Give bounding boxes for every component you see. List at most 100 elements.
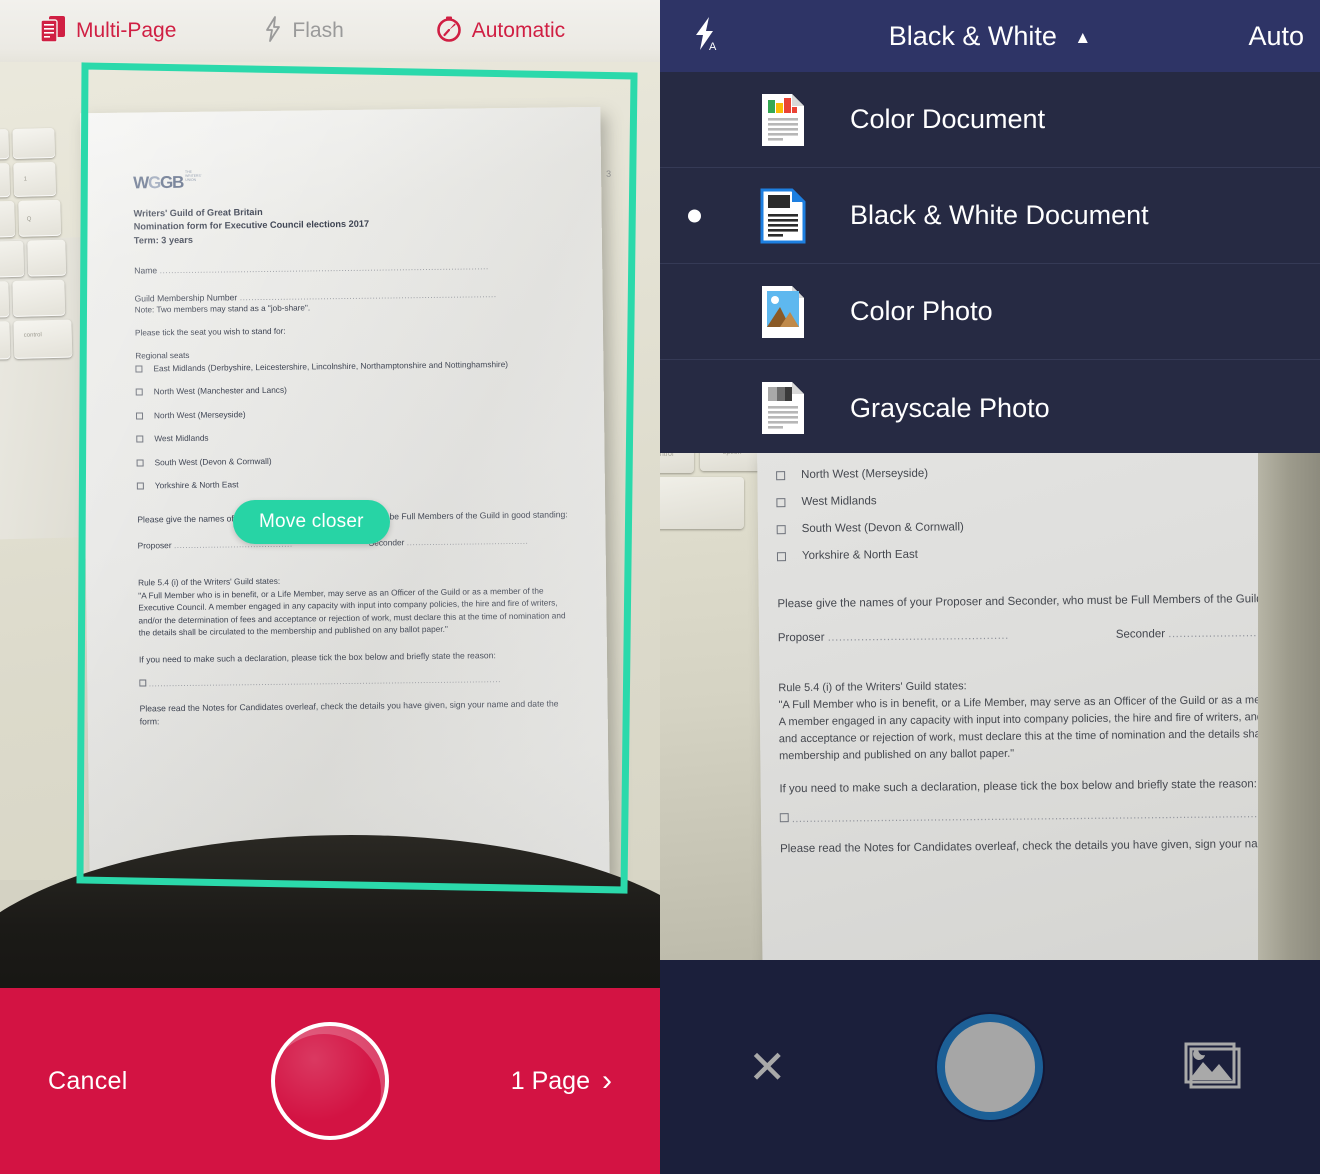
checkbox-icon xyxy=(776,471,786,481)
page-count-button[interactable]: 1 Page › xyxy=(511,1066,612,1096)
checkbox-icon xyxy=(136,459,144,467)
checkbox-icon xyxy=(135,365,143,373)
preview-rule-block: Rule 5.4 (i) of the Writers' Guild state… xyxy=(778,673,1320,765)
preview-seat-option: Yorkshire & North East xyxy=(776,540,1320,562)
closing-paragraph: Please read the Notes for Candidates ove… xyxy=(139,698,559,727)
seat-option: Yorkshire & North East xyxy=(136,475,573,492)
left-camera-panel: esc 1 Q control 3 WGGBTHEWRITERS'UNION W… xyxy=(0,0,660,1174)
chevron-right-icon: › xyxy=(602,1064,612,1097)
seconder-label: Seconder xyxy=(1115,627,1166,641)
checkbox-icon xyxy=(135,388,143,396)
declaration-line: If you need to make such a declaration, … xyxy=(138,649,496,665)
preview-right-edge xyxy=(1258,453,1320,960)
move-closer-hint: Move closer xyxy=(233,500,390,544)
proposer-label: Proposer xyxy=(777,631,825,645)
preview-declaration-line: If you need to make such a declaration, … xyxy=(779,778,1258,796)
seat-label: North West (Merseyside) xyxy=(801,467,929,481)
bw-document-icon xyxy=(760,186,812,246)
cancel-button[interactable]: Cancel xyxy=(48,1067,128,1096)
timer-automatic-icon xyxy=(436,16,462,47)
preview-seat-option: South West (Devon & Cornwall) xyxy=(776,513,1320,535)
gallery-image-icon xyxy=(1184,1042,1242,1094)
proposer-label: Proposer xyxy=(137,540,172,551)
automatic-button[interactable]: Automatic xyxy=(436,16,565,47)
checkbox-icon xyxy=(776,498,786,508)
rule-body: "A Full Member who is in benefit, or a L… xyxy=(138,585,566,638)
document-title: Writers' Guild of Great Britain Nominati… xyxy=(133,206,370,246)
preview-seat-option: West Midlands xyxy=(776,486,1320,508)
checkbox-icon xyxy=(776,525,786,535)
document-preview[interactable]: control option North West (Merseyside) W… xyxy=(660,453,1320,960)
rule-block: Rule 5.4 (i) of the Writers' Guild state… xyxy=(138,572,575,640)
seat-option: North West (Manchester and Lancs) xyxy=(135,382,572,399)
flash-button[interactable]: Flash xyxy=(264,15,344,47)
close-x-icon[interactable]: ✕ xyxy=(748,1044,787,1090)
auto-button[interactable]: Auto xyxy=(1248,21,1304,52)
name-field-line: Name ...................................… xyxy=(134,261,489,276)
flash-auto-icon: A xyxy=(690,14,722,59)
preview-declaration-input-line: ........................................… xyxy=(779,804,1320,825)
right-camera-panel: control option North West (Merseyside) W… xyxy=(660,0,1320,1174)
flash-auto-button[interactable]: A xyxy=(686,14,726,59)
seat-label: West Midlands xyxy=(154,432,209,444)
multi-page-button[interactable]: Multi-Page xyxy=(40,15,176,48)
seat-label: South West (Devon & Cornwall) xyxy=(154,455,272,467)
flash-label: Flash xyxy=(292,19,344,42)
document-page-number: 3 xyxy=(606,168,612,179)
color-photo-icon xyxy=(760,282,812,342)
seat-option: North West (Merseyside) xyxy=(135,405,572,422)
preview-seat-option: North West (Merseyside) xyxy=(776,459,1320,481)
gallery-button[interactable] xyxy=(1184,1040,1242,1095)
menu-item-label: Color Document xyxy=(850,104,1046,134)
checkbox-icon xyxy=(776,552,787,562)
automatic-label: Automatic xyxy=(471,19,566,42)
menu-item-label: Grayscale Photo xyxy=(850,392,1050,423)
document-content: 3 WGGBTHE WRITERS' UNION Writers' Guild of… xyxy=(133,165,611,729)
seat-label: East Midlands (Derbyshire, Leicestershir… xyxy=(153,358,509,374)
menu-item-bw-document[interactable]: Black & White Document xyxy=(660,168,1320,264)
mode-title-label: Black & White xyxy=(888,20,1057,51)
seat-label: West Midlands xyxy=(801,495,877,508)
mode-title-button[interactable]: Black & White ▲ xyxy=(660,21,1320,52)
wggb-logo: WGGBTHE WRITERS' UNION xyxy=(133,169,202,193)
right-top-toolbar: A Black & White ▲ Auto xyxy=(660,0,1320,72)
menu-item-label: Color Photo xyxy=(850,296,993,326)
seat-label: South West (Devon & Cornwall) xyxy=(801,521,964,535)
left-bottom-toolbar: Cancel 1 Page › xyxy=(0,988,660,1174)
preview-proposer-paragraph: Please give the names of your Proposer a… xyxy=(777,592,1320,611)
seat-option: West Midlands xyxy=(136,428,572,445)
right-bottom-toolbar: ✕ xyxy=(660,960,1320,1174)
seat-label: North West (Manchester and Lancs) xyxy=(153,384,287,397)
camera-shutter-button[interactable] xyxy=(937,1014,1043,1120)
checkbox-icon xyxy=(135,412,144,420)
preview-document-content: North West (Merseyside) West Midlands So… xyxy=(776,453,1320,859)
checkbox-icon xyxy=(136,482,144,490)
flash-bolt-icon xyxy=(264,15,282,47)
menu-item-color-photo[interactable]: Color Photo xyxy=(660,264,1320,360)
caret-up-icon: ▲ xyxy=(1074,27,1092,47)
menu-item-color-document[interactable]: Color Document xyxy=(660,72,1320,168)
multi-page-label: Multi-Page xyxy=(76,19,177,42)
menu-item-label: Black & White Document xyxy=(850,200,1149,230)
page-count-label: 1 Page xyxy=(510,1066,590,1095)
menu-item-grayscale-photo[interactable]: Grayscale Photo xyxy=(660,360,1320,456)
grayscale-photo-icon xyxy=(760,378,812,438)
seat-label: Yorkshire & North East xyxy=(154,479,239,491)
camera-shutter-button[interactable] xyxy=(271,1022,389,1140)
camera-viewfinder[interactable]: esc 1 Q control 3 WGGBTHEWRITERS'UNION W… xyxy=(0,0,660,990)
left-top-toolbar: Multi-Page Flash Automatic xyxy=(0,0,660,62)
checkbox-icon xyxy=(136,435,144,443)
seat-label: Yorkshire & North East xyxy=(801,548,918,562)
screenshot-root: esc 1 Q control 3 WGGBTHEWRITERS'UNION W… xyxy=(0,0,1320,1174)
rule-body: "A Full Member who is in benefit, or a L… xyxy=(778,692,1320,763)
declaration-input-line: ........................................… xyxy=(139,673,575,689)
seat-label: North West (Merseyside) xyxy=(153,408,246,421)
color-document-icon xyxy=(760,90,812,150)
scanned-paper: 3 WGGBTHE WRITERS' UNION Writers' Guild of… xyxy=(80,106,611,884)
preview-proposer-seconder-lines: Proposer ...............................… xyxy=(777,625,1320,645)
mode-dropdown-menu: Color Document Black & White Document Co… xyxy=(660,72,1320,453)
seat-option: East Midlands (Derbyshire, Leicestershir… xyxy=(135,358,571,375)
svg-text:A: A xyxy=(709,41,717,53)
seat-option: South West (Devon & Cornwall) xyxy=(136,452,573,469)
selected-bullet-icon xyxy=(688,209,701,222)
